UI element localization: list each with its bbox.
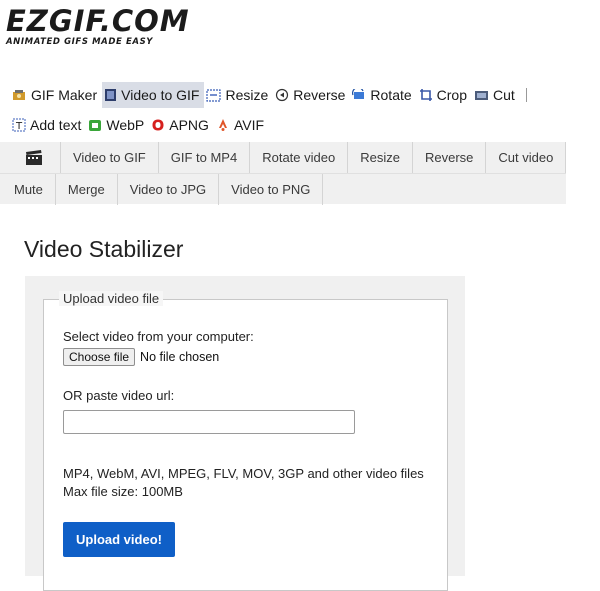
svg-text:T: T — [15, 121, 23, 132]
nav-item-label: Rotate — [370, 87, 412, 103]
nav-item-reverse[interactable]: Reverse — [273, 82, 350, 108]
nav-item-label: APNG — [169, 117, 209, 133]
toolbar-film-button[interactable] — [0, 142, 61, 173]
nav-item-resize[interactable]: Resize — [204, 82, 273, 108]
nav-item-label: Cut — [493, 87, 515, 103]
avif-icon — [218, 119, 227, 131]
nav-item-gif-maker[interactable]: GIF Maker — [10, 82, 102, 108]
nav-item-crop[interactable]: Crop — [417, 82, 472, 108]
nav-item-label: Add text — [30, 117, 82, 133]
nav-item-label: Reverse — [293, 87, 346, 103]
nav-item-add-text[interactable]: T Add text — [10, 112, 86, 138]
nav-item-avif[interactable]: AVIF — [214, 112, 269, 138]
subnav-video-to-png[interactable]: Video to PNG — [219, 174, 324, 205]
subnav-video-to-jpg[interactable]: Video to JPG — [118, 174, 220, 205]
choose-file-button[interactable]: Choose file — [63, 348, 136, 366]
webp-icon — [89, 119, 102, 131]
max-file-size-text: Max file size: 100MB — [63, 484, 183, 499]
logo-tagline: ANIMATED GIFS MADE EASY — [6, 37, 154, 47]
video-url-input[interactable] — [63, 410, 355, 434]
main-nav-row-1: GIF Maker Video to GIF Resize Reverse Ro… — [10, 80, 575, 110]
nav-item-video-to-gif[interactable]: Video to GIF — [102, 82, 205, 108]
subnav-rotate-video[interactable]: Rotate video — [250, 142, 349, 173]
format-info: MP4, WebM, AVI, MPEG, FLV, MOV, 3GP and … — [63, 465, 424, 501]
no-file-chosen-text: No file chosen — [140, 350, 220, 364]
subnav-mute[interactable]: Mute — [0, 174, 56, 205]
url-label: OR paste video url: — [63, 388, 175, 403]
main-nav-row-2: T Add text WebP APNG AVIF — [10, 110, 575, 140]
video-tools-row-2: Mute Merge Video to JPG Video to PNG — [0, 174, 566, 205]
reverse-icon — [276, 88, 289, 102]
select-file-label: Select video from your computer: — [63, 329, 254, 344]
upload-panel: Upload video file Select video from your… — [25, 276, 465, 591]
video-tools-row-1: Video to GIF GIF to MP4 Rotate video Res… — [0, 142, 567, 174]
crop-icon — [419, 89, 432, 101]
gif-maker-icon — [13, 89, 25, 100]
nav-item-label: Crop — [436, 87, 468, 103]
fieldset-legend: Upload video file — [59, 291, 164, 306]
file-chooser: Choose file No file chosen — [63, 348, 219, 366]
resize-icon — [206, 88, 222, 102]
nav-item-apng[interactable]: APNG — [149, 112, 214, 138]
nav-item-label: Resize — [225, 87, 269, 103]
upload-fieldset: Upload video file Select video from your… — [43, 291, 448, 591]
upload-video-button[interactable]: Upload video! — [63, 522, 175, 557]
supported-formats-text: MP4, WebM, AVI, MPEG, FLV, MOV, 3GP and … — [63, 466, 424, 481]
nav-item-label: AVIF — [233, 117, 265, 133]
subnav-resize[interactable]: Resize — [348, 142, 413, 173]
nav-item-label: Video to GIF — [121, 87, 200, 103]
apng-icon — [152, 119, 164, 131]
cut-icon — [475, 90, 489, 100]
subnav-cut-video[interactable]: Cut video — [486, 142, 567, 173]
nav-item-rotate[interactable]: Rotate — [350, 82, 416, 108]
main-nav: GIF Maker Video to GIF Resize Reverse Ro… — [10, 80, 575, 140]
nav-item-label: WebP — [106, 117, 145, 133]
video-to-gif-icon — [105, 89, 117, 101]
ezgif-logo[interactable]: EZGIF.COM ANIMATED GIFS MADE EASY — [6, 6, 190, 47]
video-tools-toolbar: Video to GIF GIF to MP4 Rotate video Res… — [0, 142, 567, 205]
subnav-gif-to-mp4[interactable]: GIF to MP4 — [159, 142, 251, 173]
rotate-icon — [352, 88, 365, 99]
nav-item-cut[interactable]: Cut — [472, 82, 520, 108]
page-title: Video Stabilizer — [24, 236, 184, 262]
add-text-icon: T — [12, 118, 26, 132]
subnav-reverse[interactable]: Reverse — [413, 142, 487, 173]
subnav-merge[interactable]: Merge — [56, 174, 118, 205]
subnav-video-to-gif[interactable]: Video to GIF — [61, 142, 159, 173]
nav-item-webp[interactable]: WebP — [86, 112, 149, 138]
nav-item-label: GIF Maker — [31, 87, 98, 103]
nav-separator — [525, 88, 527, 102]
logo-wordmark: EZGIF.COM — [6, 4, 190, 38]
film-clapper-icon — [26, 149, 42, 165]
